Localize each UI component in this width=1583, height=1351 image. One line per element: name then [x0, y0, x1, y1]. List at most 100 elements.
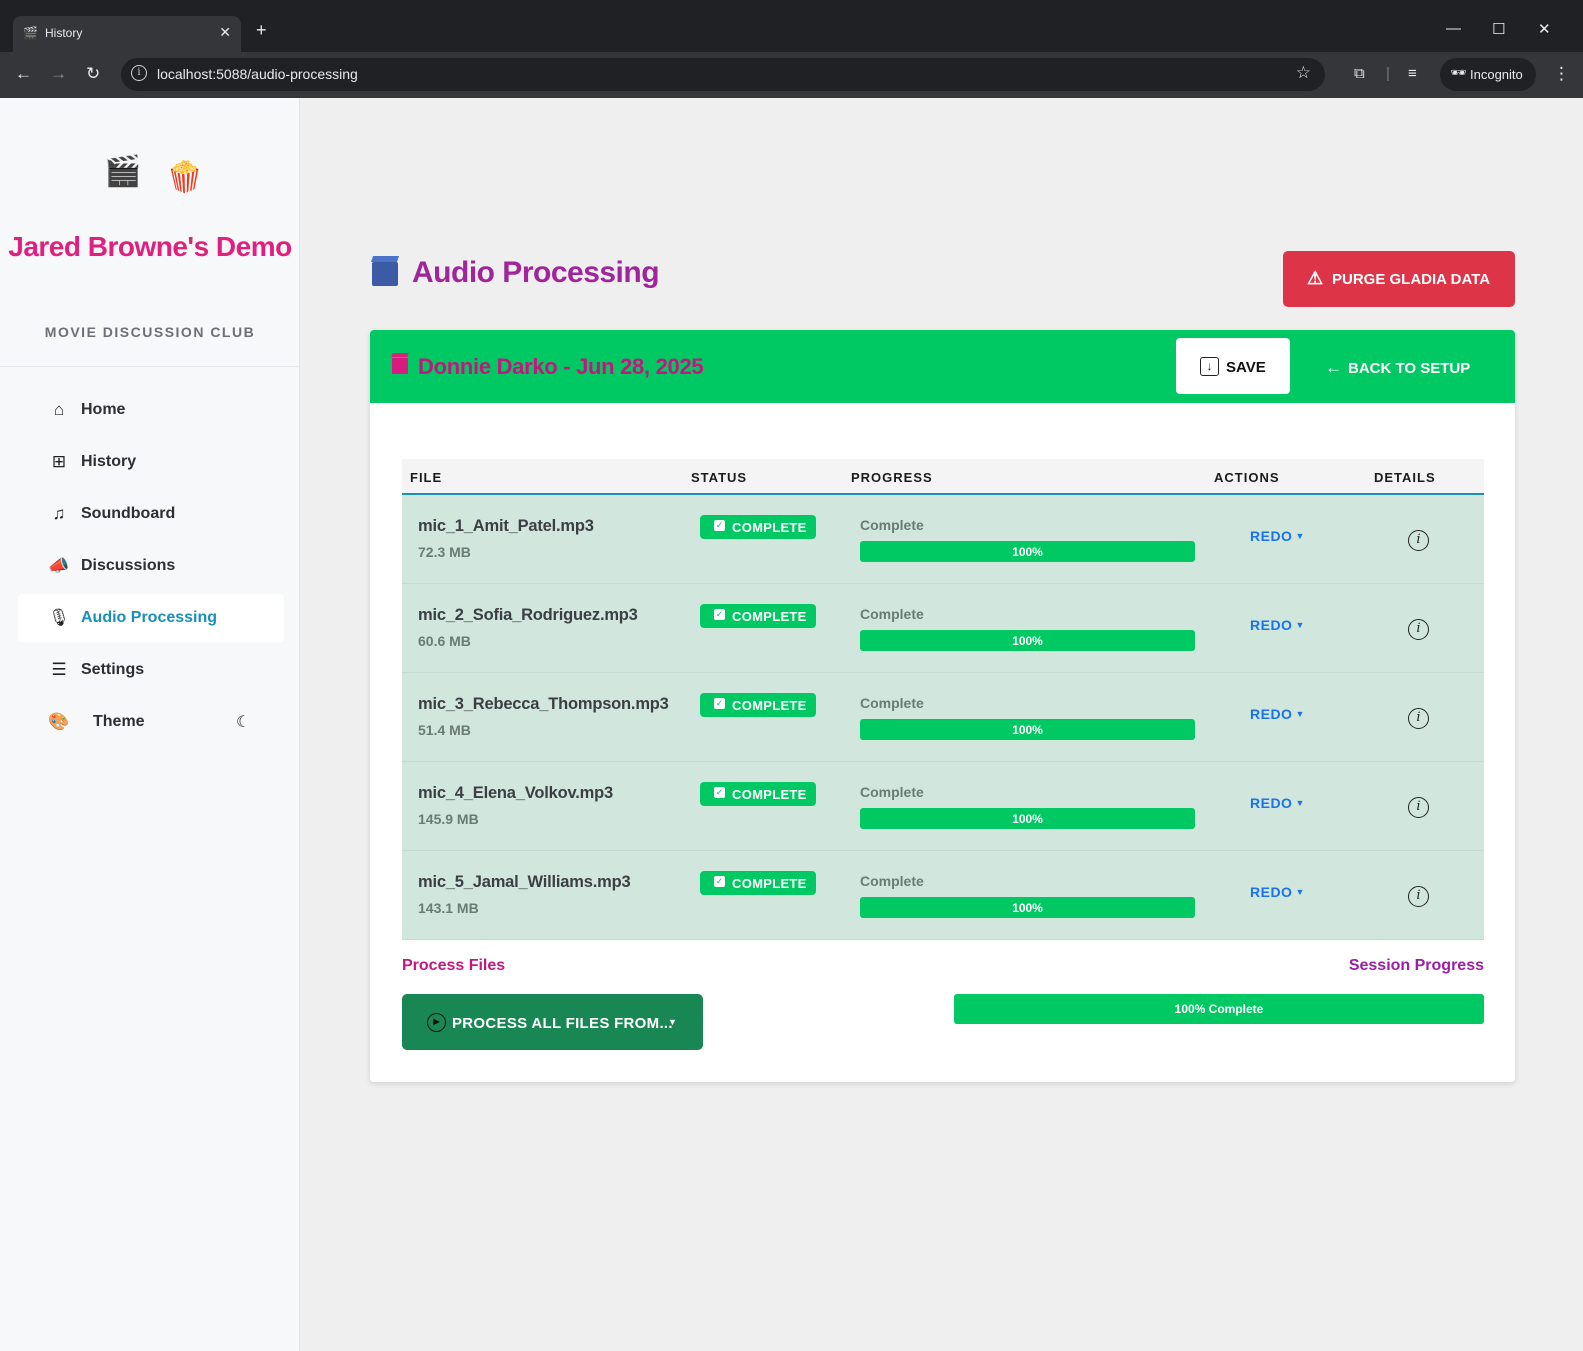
- brand-subtitle: MOVIE DISCUSSION CLUB: [44, 324, 256, 340]
- check-icon: ✓: [714, 520, 725, 531]
- maximize-icon[interactable]: ☐: [1492, 20, 1505, 38]
- back-button-label: BACK TO SETUP: [1348, 360, 1471, 377]
- table-row: mic_3_Rebecca_Thompson.mp3 51.4 MB ✓ COMP…: [402, 673, 1484, 762]
- info-icon[interactable]: i: [1408, 530, 1429, 551]
- incognito-label: Incognito: [1470, 67, 1523, 82]
- status-badge: ✓ COMPLETE: [700, 782, 816, 806]
- play-circle-icon: ▶: [427, 1013, 446, 1032]
- lens-icon[interactable]: ⧉: [1354, 65, 1365, 82]
- new-tab-icon[interactable]: +: [256, 20, 267, 41]
- column-header-status: STATUS: [691, 470, 748, 485]
- arrow-left-icon: ←: [1325, 358, 1342, 377]
- progress-bar: 100%: [860, 719, 1195, 740]
- moon-icon[interactable]: ☾: [236, 712, 250, 732]
- redo-dropdown[interactable]: REDO ▼: [1250, 528, 1305, 544]
- progress-status-text: Complete: [860, 784, 924, 800]
- redo-dropdown[interactable]: REDO ▼: [1250, 706, 1305, 722]
- theme-label: Theme: [93, 713, 145, 730]
- progress-label: 100%: [1012, 634, 1043, 648]
- window-close-icon[interactable]: ✕: [1538, 20, 1551, 38]
- forward-icon[interactable]: →: [50, 64, 67, 84]
- file-size: 51.4 MB: [418, 722, 471, 738]
- browser-tab[interactable]: 🎬 History ✕: [13, 16, 241, 52]
- file-size: 60.6 MB: [418, 633, 471, 649]
- check-icon: ✓: [714, 787, 725, 798]
- sidebar-item-label: Soundboard: [81, 505, 176, 522]
- check-icon: ✓: [714, 609, 725, 620]
- table-row: mic_5_Jamal_Williams.mp3 143.1 MB ✓ COMPL…: [402, 851, 1484, 940]
- music-note-icon: ♫: [52, 504, 66, 523]
- incognito-indicator[interactable]: 🕶 Incognito: [1440, 58, 1536, 91]
- status-label: COMPLETE: [732, 876, 807, 891]
- session-card-header: Donnie Darko - Jun 28, 2025 ↓ SAVE ← BACK…: [370, 330, 1515, 403]
- sidebar-item-label: History: [81, 453, 137, 470]
- redo-label: REDO: [1250, 706, 1293, 722]
- sliders-icon: ☰: [51, 660, 67, 679]
- url-text[interactable]: localhost:5088/audio-processing: [157, 66, 358, 82]
- redo-label: REDO: [1250, 528, 1293, 544]
- progress-label: 100%: [1012, 723, 1043, 737]
- sidebar-item-theme[interactable]: 🎨 Theme ☾: [18, 698, 284, 746]
- back-icon[interactable]: ←: [15, 64, 32, 84]
- caret-down-icon: ▼: [1295, 709, 1305, 719]
- status-badge: ✓ COMPLETE: [700, 515, 816, 539]
- redo-dropdown[interactable]: REDO ▼: [1250, 617, 1305, 633]
- caret-down-icon: ▼: [1295, 620, 1305, 630]
- caret-down-icon: ▼: [1295, 798, 1305, 808]
- status-badge: ✓ COMPLETE: [700, 871, 816, 895]
- site-info-icon[interactable]: i: [131, 65, 147, 81]
- minimize-icon[interactable]: —: [1446, 20, 1461, 37]
- address-bar[interactable]: i localhost:5088/audio-processing ☆: [121, 58, 1325, 91]
- column-header-actions: ACTIONS: [1214, 470, 1280, 485]
- info-icon[interactable]: i: [1408, 886, 1429, 907]
- megaphone-icon: 📣: [48, 556, 70, 575]
- clapperboard-icon: 🎬: [104, 155, 142, 188]
- redo-label: REDO: [1250, 617, 1293, 633]
- progress-status-text: Complete: [860, 606, 924, 622]
- status-badge: ✓ COMPLETE: [700, 693, 816, 717]
- info-icon[interactable]: i: [1408, 708, 1429, 729]
- sidebar-item-audio-processing[interactable]: 🎙 Audio Processing: [18, 594, 284, 642]
- status-label: COMPLETE: [732, 609, 807, 624]
- bookmark-star-icon[interactable]: ☆: [1296, 63, 1311, 83]
- sidebar-item-discussions[interactable]: 📣 Discussions: [18, 542, 284, 590]
- browser-menu-icon[interactable]: ⋮: [1553, 64, 1570, 84]
- progress-bar: 100%: [860, 808, 1195, 829]
- files-table: FILE STATUS PROGRESS ACTIONS DETAILS mic…: [402, 459, 1484, 940]
- caret-down-icon: ▼: [668, 1017, 677, 1027]
- session-progress-label: Session Progress: [1348, 957, 1484, 974]
- info-icon[interactable]: i: [1408, 797, 1429, 818]
- toolbar-divider: |: [1386, 65, 1390, 82]
- sidebar-item-label: Home: [81, 401, 126, 418]
- progress-bar: 100%: [860, 897, 1195, 918]
- table-row: mic_2_Sofia_Rodriguez.mp3 60.6 MB ✓ COMPL…: [402, 584, 1484, 673]
- progress-label: 100%: [1012, 545, 1043, 559]
- plus-square-icon: ⊞: [51, 452, 67, 471]
- sidebar-item-settings[interactable]: ☰ Settings: [18, 646, 284, 694]
- check-icon: ✓: [714, 698, 725, 709]
- purge-gladia-data-button[interactable]: ⚠ PURGE GLADIA DATA: [1283, 251, 1515, 307]
- caret-down-icon: ▼: [1295, 887, 1305, 897]
- page-title: Audio Processing: [412, 256, 660, 289]
- table-header: FILE STATUS PROGRESS ACTIONS DETAILS: [402, 459, 1484, 495]
- info-icon[interactable]: i: [1408, 619, 1429, 640]
- tab-close-icon[interactable]: ✕: [219, 24, 231, 41]
- file-size: 145.9 MB: [418, 811, 479, 827]
- save-button[interactable]: ↓ SAVE: [1176, 338, 1290, 394]
- redo-label: REDO: [1250, 795, 1293, 811]
- reload-icon[interactable]: ↻: [86, 64, 100, 84]
- redo-dropdown[interactable]: REDO ▼: [1250, 884, 1305, 900]
- process-all-files-button[interactable]: ▶ PROCESS ALL FILES FROM... ▼: [402, 994, 703, 1050]
- sidebar-item-history[interactable]: ⊞ History: [18, 438, 284, 486]
- media-icon[interactable]: ≡: [1408, 65, 1417, 82]
- sidebar-item-soundboard[interactable]: ♫ Soundboard: [18, 490, 284, 538]
- table-row: mic_1_Amit_Patel.mp3 72.3 MB ✓ COMPLETE C…: [402, 495, 1484, 584]
- back-to-setup-button[interactable]: ← BACK TO SETUP: [1325, 358, 1470, 378]
- save-icon: ↓: [1200, 357, 1219, 376]
- incognito-icon: 🕶: [1450, 65, 1467, 80]
- column-header-file: FILE: [410, 470, 443, 485]
- sidebar-item-label: Discussions: [81, 557, 176, 574]
- redo-dropdown[interactable]: REDO ▼: [1250, 795, 1305, 811]
- redo-label: REDO: [1250, 884, 1293, 900]
- sidebar-item-home[interactable]: ⌂ Home: [18, 386, 284, 434]
